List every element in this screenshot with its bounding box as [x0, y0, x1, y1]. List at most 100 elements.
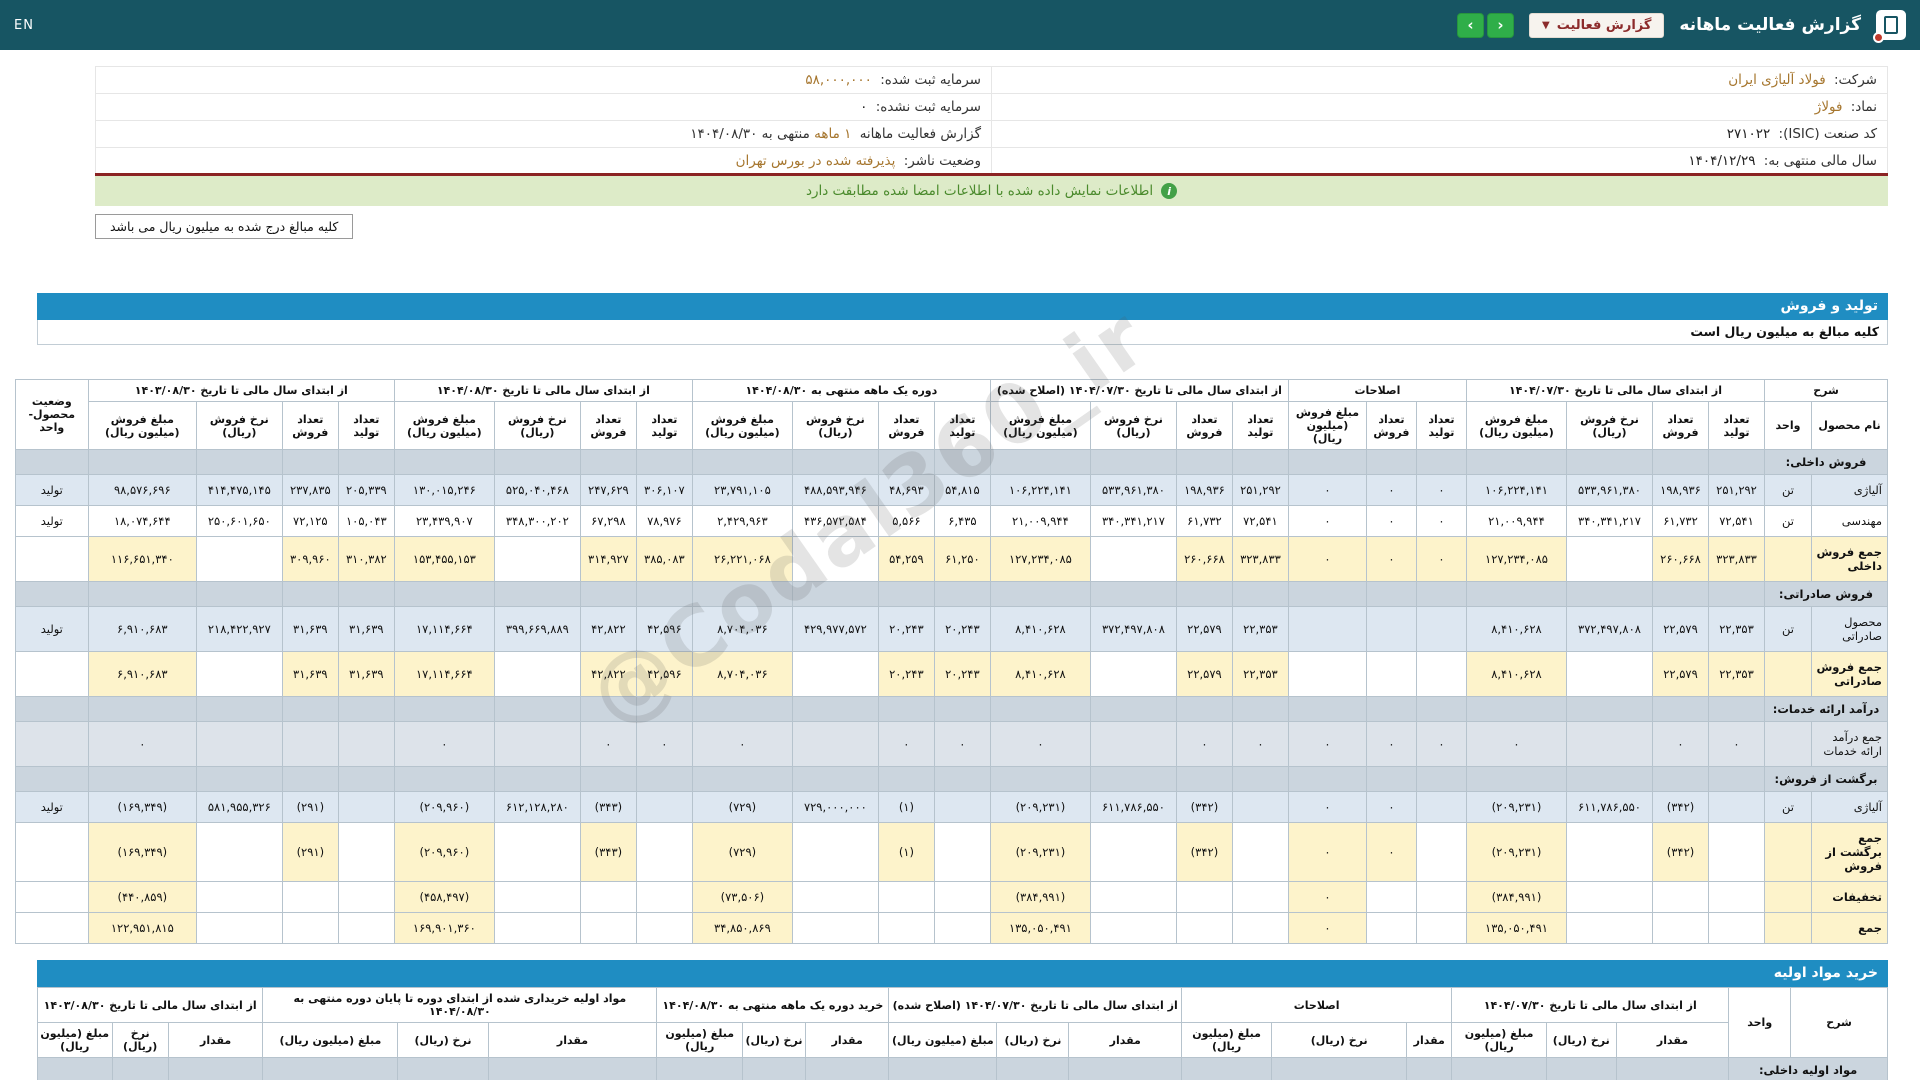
value-cell	[1089, 651, 1177, 697]
empty-cell	[1231, 766, 1289, 792]
empty-cell	[933, 696, 991, 722]
row-label-cell: محصول صادراتی	[1811, 606, 1888, 652]
column-header: مقدار	[1615, 1022, 1730, 1058]
value-cell: ۱۱۶,۶۵۱,۳۴۰	[87, 536, 197, 582]
value-cell: ۱۹۸,۹۳۶	[1652, 474, 1709, 506]
empty-cell	[1068, 1057, 1183, 1080]
issuer-status-cell: وضعیت ناشر: پذیرفته شده در بورس تهران	[95, 147, 992, 175]
value-cell: ۰	[1365, 474, 1417, 506]
value-cell: ۰	[1415, 721, 1467, 767]
column-header: از ابتدای سال مالی تا تاریخ ۱۴۰۴/۰۷/۳۰	[1465, 379, 1766, 402]
value-cell: ۴۲,۸۲۲	[579, 651, 637, 697]
prev-report-button[interactable]: ‹	[1486, 12, 1514, 38]
empty-cell	[635, 449, 693, 475]
report-icon-page	[1884, 16, 1898, 34]
report-period-label: گزارش فعالیت ماهانه	[859, 126, 981, 142]
value-cell	[1415, 881, 1467, 913]
value-cell	[337, 791, 395, 823]
value-cell: (۲۰۹,۲۳۱)	[1465, 791, 1568, 823]
value-cell	[1566, 912, 1653, 944]
value-cell: ۳۴۰,۳۴۱,۲۱۷	[1089, 505, 1177, 537]
value-cell	[1415, 822, 1467, 882]
value-cell: ۵۸۱,۹۵۵,۳۲۶	[195, 791, 283, 823]
empty-cell	[791, 581, 879, 607]
value-cell: ۵۴,۸۱۵	[933, 474, 991, 506]
value-cell: ۳۴۸,۳۰۰,۲۰۲	[493, 505, 581, 537]
column-header: تعداد تولید	[1415, 401, 1467, 450]
unit-cell: تن	[1764, 505, 1812, 537]
column-header: تعداد فروش	[1175, 401, 1233, 450]
value-cell	[933, 912, 991, 944]
empty-cell	[14, 449, 89, 475]
value-cell	[1415, 912, 1467, 944]
value-cell: ۱۵۳,۴۵۵,۱۵۳	[393, 536, 495, 582]
value-cell: ۲۶,۲۲۱,۰۶۸	[691, 536, 793, 582]
value-cell	[791, 912, 879, 944]
value-cell: ۰	[989, 721, 1091, 767]
value-cell: ۰	[1287, 791, 1367, 823]
column-header: تعداد فروش	[281, 401, 339, 450]
fiscal-year-cell: سال مالی منتهی به: ۱۴۰۴/۱۲/۲۹	[991, 147, 1888, 175]
column-header: مبلغ فروش (میلیون ریال)	[87, 401, 197, 450]
value-cell	[579, 881, 637, 913]
value-cell	[933, 881, 991, 913]
value-cell: ۲۲,۵۷۹	[1175, 651, 1233, 697]
value-cell: ۷۲,۱۲۵	[281, 505, 339, 537]
empty-cell	[691, 449, 793, 475]
empty-cell	[579, 449, 637, 475]
value-cell: (۷۲۹)	[691, 791, 793, 823]
amounts-note-wrap: کلیه مبالغ درج شده به میلیون ریال می باش…	[95, 214, 1888, 239]
next-report-button[interactable]: ›	[1456, 12, 1484, 38]
language-toggle[interactable]: EN	[14, 18, 34, 33]
report-nav-buttons: ‹ ›	[1456, 12, 1514, 38]
value-cell: ۴۱۴,۴۷۵,۱۴۵	[195, 474, 283, 506]
million-note-text: کلیه مبالغ به میلیون ریال است	[1690, 324, 1879, 339]
empty-cell	[1181, 1057, 1273, 1080]
value-cell: ۳۷۲,۴۹۷,۸۰۸	[1089, 606, 1177, 652]
value-cell: ۶۱۱,۷۸۶,۵۵۰	[1089, 791, 1177, 823]
value-cell: ۳۹۹,۶۶۹,۸۸۹	[493, 606, 581, 652]
empty-cell	[1566, 581, 1653, 607]
empty-cell	[877, 581, 935, 607]
value-cell: (۱)	[877, 822, 935, 882]
empty-cell	[1231, 449, 1289, 475]
column-header: مبلغ (میلیون ریال)	[656, 1022, 743, 1058]
empty-cell	[1175, 449, 1233, 475]
value-cell: ۶۱,۷۳۲	[1175, 505, 1233, 537]
column-header: مقدار	[167, 1022, 264, 1058]
empty-cell	[791, 696, 879, 722]
value-cell	[281, 721, 339, 767]
value-cell	[579, 912, 637, 944]
issuer-status-value: پذیرفته شده در بورس تهران	[735, 152, 896, 169]
value-cell	[635, 912, 693, 944]
value-cell: ۲۰,۲۴۳	[933, 606, 991, 652]
value-cell: ۲۲,۳۵۳	[1708, 651, 1765, 697]
value-cell	[1175, 912, 1233, 944]
value-cell: ۶۱۱,۷۸۶,۵۵۰	[1566, 791, 1653, 823]
value-cell: ۵۴,۲۵۹	[877, 536, 935, 582]
row-label-cell: جمع برگشت از فروش	[1811, 822, 1888, 882]
info-row: نماد: فولاژ سرمایه ثبت نشده: ۰	[95, 93, 1888, 121]
value-cell: ۰	[579, 721, 637, 767]
empty-cell	[877, 449, 935, 475]
value-cell	[195, 822, 283, 882]
value-cell: ۰	[1465, 721, 1568, 767]
value-cell	[1566, 651, 1653, 697]
value-cell: ۲۰,۲۴۳	[877, 651, 935, 697]
report-type-dropdown[interactable]: گزارش فعالیت ▼	[1528, 12, 1665, 38]
value-cell: (۱۶۹,۳۴۹)	[87, 822, 197, 882]
materials-section-header: خرید مواد اولیه	[37, 960, 1888, 987]
report-icon-dot	[1873, 32, 1884, 43]
value-cell: (۲۰۹,۲۳۱)	[1465, 822, 1568, 882]
empty-cell	[1175, 696, 1233, 722]
value-cell: ۲۲,۵۷۹	[1175, 606, 1233, 652]
value-cell: ۶,۹۱۰,۶۸۳	[87, 651, 197, 697]
value-cell: ۸,۴۱۰,۶۲۸	[989, 606, 1091, 652]
column-header: مبلغ فروش (میلیون ریال)	[1465, 401, 1568, 450]
value-cell	[337, 822, 395, 882]
value-cell: (۳۴۲)	[1175, 791, 1233, 823]
section-label: برگشت از فروش:	[1764, 766, 1888, 792]
value-cell: ۸,۴۱۰,۶۲۸	[1465, 651, 1568, 697]
value-cell: ۲۲,۳۵۳	[1708, 606, 1765, 652]
value-cell	[791, 651, 879, 697]
